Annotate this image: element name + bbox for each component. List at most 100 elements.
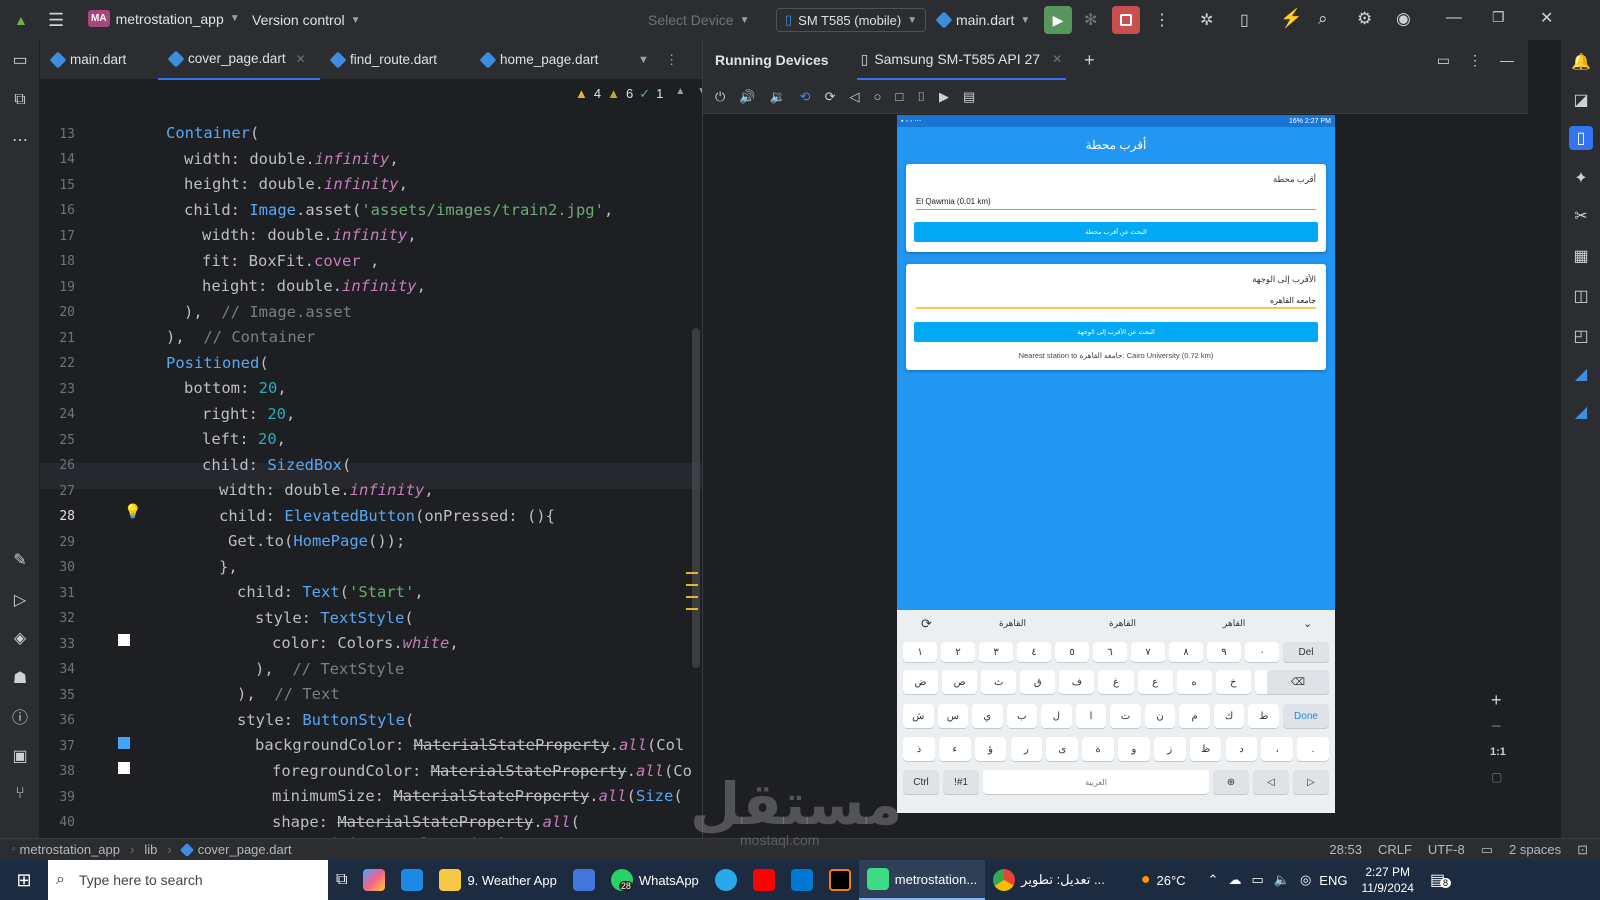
keyboard-key[interactable]: ن — [1144, 704, 1176, 728]
globe-icon[interactable]: ⊕ — [1213, 770, 1249, 794]
git-icon[interactable]: ⑂ — [8, 782, 32, 806]
zoom-ratio[interactable]: 1:1 — [1490, 746, 1506, 758]
minimize-icon[interactable]: — — [1500, 52, 1514, 68]
refresh-icon[interactable]: ⟳ — [921, 616, 932, 632]
keyboard-key[interactable]: ٠ — [1245, 642, 1279, 662]
close-icon[interactable]: ✕ — [296, 52, 306, 66]
keyboard-key[interactable]: ث — [981, 670, 1017, 694]
lightbulb-icon[interactable]: 💡 — [124, 504, 141, 520]
version-control-menu[interactable]: Version control ▼ — [252, 12, 361, 28]
keyboard-key[interactable]: ظ — [1189, 737, 1222, 761]
explorer-app[interactable]: 9. Weather App — [431, 860, 564, 900]
arrow-right-icon[interactable]: ▷ — [1293, 770, 1329, 794]
telegram-button[interactable] — [707, 860, 745, 900]
readonly-icon[interactable]: ▭ — [1481, 842, 1493, 858]
volume-icon[interactable]: 🔈 — [1274, 872, 1290, 888]
arrow-left-icon[interactable]: ◁ — [1253, 770, 1289, 794]
attach-debugger-icon[interactable]: ✲ — [1200, 10, 1213, 30]
account-icon[interactable]: ◉ — [1396, 9, 1411, 29]
keyboard-key[interactable]: ٢ — [941, 642, 975, 662]
soft-keyboard[interactable]: ⟳ القاهرة القاهرة القاهر ⌄ ١ ٢ ٣ ٤ ٥ ٦ ٧ ٨ ٩ ٠ Del… — [897, 610, 1335, 813]
keyboard-key[interactable]: ا — [1075, 704, 1107, 728]
overview-icon[interactable]: □ — [895, 89, 903, 104]
minimize-window-icon[interactable]: — — [1446, 9, 1462, 27]
flutter-inspector-icon[interactable]: ✎ — [8, 548, 32, 572]
indent-setting[interactable]: 2 spaces — [1509, 842, 1561, 857]
keyboard-key[interactable]: ٣ — [979, 642, 1013, 662]
task-view-button[interactable]: ⧉ — [328, 860, 355, 900]
rotate-left-icon[interactable]: ⟲ — [800, 89, 811, 105]
more-icon[interactable]: ⋮ — [1468, 52, 1482, 69]
line-number[interactable]: 25 — [40, 427, 702, 453]
breadcrumb-folder[interactable]: lib — [144, 842, 157, 857]
color-swatch-white[interactable] — [118, 634, 130, 646]
clock[interactable]: 2:27 PM 11/9/2024 — [1361, 864, 1414, 896]
device-tab[interactable]: ▯ Samsung SM-T585 API 27 ✕ — [856, 40, 1067, 80]
select-device-dropdown[interactable]: Select Device ▼ — [648, 12, 750, 28]
suggestion[interactable]: القاهرة — [1109, 618, 1136, 629]
keyboard-key[interactable]: ض — [903, 670, 939, 694]
maximize-window-icon[interactable]: ❐ — [1492, 9, 1505, 26]
caret-position[interactable]: 28:53 — [1329, 842, 1362, 857]
keyboard-key[interactable]: Del — [1283, 642, 1329, 662]
keyboard-key[interactable]: ة — [1082, 737, 1114, 761]
keyboard-key[interactable]: ٦ — [1093, 642, 1127, 662]
tab-cover-page-dart[interactable]: cover_page.dart ✕ — [158, 40, 320, 80]
color-swatch-blue[interactable] — [118, 737, 130, 749]
tab-find-route-dart[interactable]: find_route.dart — [320, 40, 470, 80]
run-config-dropdown[interactable]: main.dart ▼ — [935, 11, 1030, 29]
copilot-button[interactable] — [355, 860, 393, 900]
space-key[interactable]: العربية — [983, 770, 1209, 794]
cloud-icon[interactable]: ☁ — [1228, 872, 1241, 888]
keyboard-key[interactable]: Ctrl — [903, 770, 939, 794]
language-indicator[interactable]: ENG — [1319, 873, 1347, 888]
zoom-in-icon[interactable]: + — [1491, 690, 1502, 711]
keyboard-key[interactable]: ر — [1010, 737, 1043, 761]
keyboard-key[interactable]: ٤ — [1017, 642, 1051, 662]
keyboard-key[interactable]: س — [937, 704, 969, 728]
keyboard-key[interactable]: ذ — [903, 737, 935, 761]
more-icon[interactable]: ⋮ — [665, 52, 679, 68]
keyboard-key[interactable]: ز — [1153, 737, 1186, 761]
network-icon[interactable]: ◎ — [1300, 872, 1311, 888]
find-nearest-destination-button[interactable]: البحث عن الأقرب إلى الوجهة — [914, 322, 1318, 342]
keyboard-key[interactable]: ق — [1020, 670, 1056, 694]
editor-scrollbar[interactable] — [692, 328, 700, 668]
nearest-station-field[interactable]: El Qawmia (0.01 km) — [916, 194, 1316, 210]
keyboard-key[interactable]: غ — [1098, 670, 1134, 694]
chevron-up-icon[interactable]: ⌃ — [1208, 872, 1219, 888]
folder-icon[interactable]: ▭ — [8, 48, 32, 72]
device-settings-icon[interactable]: ▤ — [963, 89, 975, 105]
keyboard-key[interactable]: ، — [1261, 737, 1294, 761]
line-number[interactable]: 35 — [40, 682, 702, 708]
file-encoding[interactable]: UTF-8 — [1428, 842, 1465, 857]
chevron-down-icon[interactable]: ▼ — [638, 54, 649, 66]
line-number[interactable]: 30 — [40, 555, 702, 581]
line-number[interactable]: 23 — [40, 376, 702, 402]
keyboard-key[interactable]: ١ — [903, 642, 937, 662]
line-number[interactable]: 20 — [40, 300, 702, 326]
keyboard-key[interactable]: ء — [938, 737, 971, 761]
more-tools-icon[interactable]: ⋯ — [8, 128, 32, 152]
line-number[interactable]: 22 — [40, 351, 702, 377]
record-icon[interactable]: ▶ — [939, 89, 949, 105]
tab-main-dart[interactable]: main.dart — [40, 40, 158, 80]
debug-icon[interactable]: ✻ — [1084, 10, 1097, 30]
find-nearest-button[interactable]: البحث عن أقرب محطة — [914, 222, 1318, 242]
line-number[interactable]: 13 — [40, 121, 702, 147]
keyboard-key[interactable]: ب — [1006, 704, 1038, 728]
breadcrumb-file[interactable]: cover_page.dart — [198, 842, 292, 857]
rotate-right-icon[interactable]: ⟳ — [825, 89, 836, 105]
keyboard-key[interactable]: ع — [1137, 670, 1173, 694]
volume-up-icon[interactable]: 🔊 — [739, 89, 755, 105]
android-studio-app[interactable]: metrostation... — [858, 860, 986, 900]
keyboard-key[interactable]: م — [1179, 704, 1210, 728]
close-icon[interactable]: ✕ — [1052, 52, 1062, 66]
device-manager-icon[interactable]: ▯ — [1240, 10, 1249, 30]
running-devices-icon[interactable]: ▯ — [1569, 126, 1593, 150]
keyboard-key[interactable]: ط — [1248, 704, 1279, 728]
color-swatch-white[interactable] — [118, 762, 130, 774]
suggestion[interactable]: القاهرة — [999, 618, 1026, 629]
close-window-icon[interactable]: ✕ — [1540, 8, 1553, 28]
terminal-icon[interactable]: ▣ — [8, 744, 32, 768]
